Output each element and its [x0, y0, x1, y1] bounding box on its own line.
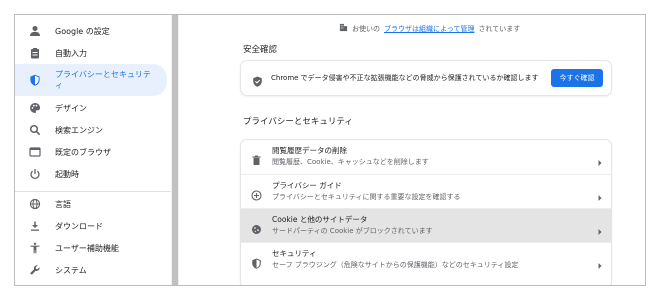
sidebar-item-label: 既定のブラウザ	[55, 147, 111, 157]
sidebar-item-label: 自動入力	[55, 48, 87, 58]
add-circle-icon	[251, 186, 262, 201]
sidebar-item-languages[interactable]: 言語	[15, 193, 167, 215]
sidebar-item-label: 起動時	[55, 169, 79, 179]
row-title: Cookie と他のサイトデータ	[272, 215, 368, 224]
row-title: プライバシー ガイド	[272, 181, 342, 190]
person-icon	[29, 25, 41, 37]
sidebar-item-label: プライバシーとセキュリティ	[55, 70, 151, 90]
row-subtitle: セーフ ブラウジング（危険なサイトからの保護機能）などのセキュリティ設定	[272, 261, 519, 269]
sidebar-item-google-settings[interactable]: Google の設定	[15, 20, 167, 42]
sidebar-item-label: 言語	[55, 199, 71, 209]
row-subtitle: サードパーティの Cookie がブロックされています	[272, 227, 433, 235]
sidebar-item-autofill[interactable]: 自動入力	[15, 42, 167, 64]
wrench-icon	[29, 264, 41, 276]
building-icon	[339, 23, 348, 34]
cookie-icon	[251, 220, 262, 234]
sidebar-item-search-engine[interactable]: 検索エンジン	[15, 119, 167, 141]
accessibility-icon	[29, 242, 41, 254]
privacy-security-card: 閲覧履歴データの削除 閲覧履歴、Cookie、キャッシュなどを削除します プライ…	[241, 140, 611, 285]
sidebar-item-label: システム	[55, 265, 87, 275]
check-now-button[interactable]: 今すぐ確認	[551, 69, 603, 87]
row-title: 閲覧履歴データの削除	[272, 146, 347, 155]
trash-icon	[251, 151, 262, 165]
sidebar-item-label: ユーザー補助機能	[55, 243, 119, 253]
row-title: セキュリティ	[272, 249, 317, 258]
privacy-guide-row[interactable]: プライバシー ガイド プライバシーとセキュリティに関する重要な設定を確認する	[241, 174, 611, 208]
safety-check-card: Chrome でデータ侵害や不正な拡張機能などの脅威から保護されているか確認しま…	[241, 61, 611, 95]
privacy-security-heading: プライバシーとセキュリティ	[243, 117, 353, 127]
settings-window: Google の設定 自動入力 プライバシーとセキュリティ デザイン 検索エンジ…	[14, 14, 646, 286]
security-row[interactable]: セキュリティ セーフ ブラウジング（危険なサイトからの保護機能）などのセキュリテ…	[241, 242, 611, 276]
chevron-right-icon	[597, 255, 603, 269]
sidebar-item-accessibility[interactable]: ユーザー補助機能	[15, 237, 167, 259]
row-subtitle: 閲覧履歴、Cookie、キャッシュなどを削除します	[272, 158, 429, 166]
sidebar-item-label: デザイン	[55, 103, 87, 113]
sidebar-item-system[interactable]: システム	[15, 259, 167, 281]
sidebar: Google の設定 自動入力 プライバシーとセキュリティ デザイン 検索エンジ…	[15, 15, 175, 285]
managed-notice-prefix: お使いの	[352, 24, 380, 33]
shield-icon	[251, 254, 262, 269]
chevron-right-icon	[597, 187, 603, 201]
clear-browsing-data-row[interactable]: 閲覧履歴データの削除 閲覧履歴、Cookie、キャッシュなどを削除します	[241, 140, 611, 174]
clipboard-icon	[29, 47, 41, 59]
search-icon	[29, 124, 41, 136]
sidebar-item-label: Google の設定	[55, 26, 110, 36]
browser-icon	[29, 146, 41, 158]
sidebar-item-downloads[interactable]: ダウンロード	[15, 215, 167, 237]
sidebar-item-label: 検索エンジン	[55, 125, 103, 135]
globe-icon	[29, 198, 41, 210]
sidebar-divider	[15, 191, 171, 192]
shield-icon	[29, 74, 41, 86]
row-subtitle: プライバシーとセキュリティに関する重要な設定を確認する	[272, 193, 461, 201]
managed-notice-link[interactable]: ブラウザは組織によって管理	[384, 24, 474, 34]
sidebar-item-label: ダウンロード	[55, 221, 103, 231]
power-icon	[29, 168, 41, 180]
palette-icon	[29, 102, 41, 114]
settings-main: お使いの ブラウザは組織によって管理 されています 安全確認 Chrome でデータ…	[179, 15, 645, 285]
sidebar-item-default-browser[interactable]: 既定のブラウザ	[15, 141, 167, 163]
managed-notice-suffix: されています	[478, 24, 521, 33]
sidebar-item-appearance[interactable]: デザイン	[15, 97, 167, 119]
sidebar-item-on-startup[interactable]: 起動時	[15, 163, 167, 185]
download-icon	[29, 220, 41, 232]
cookies-site-data-row[interactable]: Cookie と他のサイトデータ サードパーティの Cookie がブロックされ…	[241, 208, 611, 242]
shield-check-icon	[252, 72, 263, 87]
safety-check-heading: 安全確認	[243, 45, 278, 55]
chevron-right-icon	[597, 221, 603, 235]
chevron-right-icon	[597, 152, 603, 166]
sidebar-scrollbar-thumb[interactable]	[172, 15, 178, 285]
managed-browser-notice: お使いの ブラウザは組織によって管理 されています	[339, 23, 520, 34]
safety-check-description: Chrome でデータ侵害や不正な拡張機能などの脅威から保護されているか確認しま…	[271, 74, 539, 82]
sidebar-item-privacy-security[interactable]: プライバシーとセキュリティ	[15, 64, 167, 96]
